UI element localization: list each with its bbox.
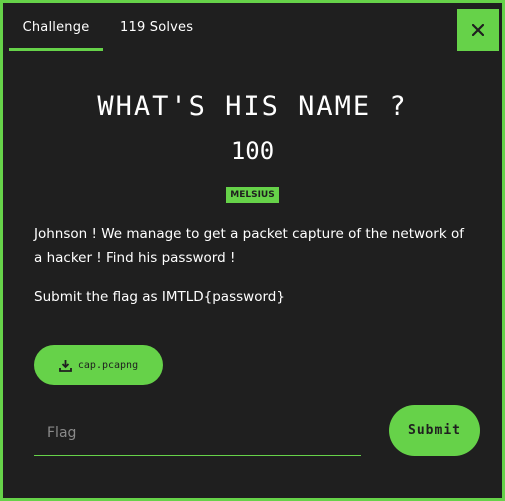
submit-button[interactable]: Submit: [389, 405, 480, 456]
download-file-label: cap.pcapng: [77, 359, 139, 371]
challenge-value: 100: [230, 137, 275, 165]
author-tag: MELSIUS: [226, 187, 279, 203]
download-file-button[interactable]: cap.pcapng: [34, 345, 163, 385]
close-icon: [472, 24, 484, 36]
tab-challenge[interactable]: Challenge: [9, 9, 103, 51]
download-icon: [58, 359, 72, 372]
challenge-flag-format: Submit the flag as IMTLD{password}: [34, 289, 285, 305]
tag-container: MELSIUS: [3, 182, 502, 203]
close-button[interactable]: [457, 9, 499, 51]
challenge-description: Johnson ! We manage to get a packet capt…: [34, 226, 464, 266]
tab-solves[interactable]: 119 Solves: [103, 9, 193, 51]
challenge-title: WHAT'S HIS NAME ?: [97, 91, 408, 122]
flag-input[interactable]: [34, 411, 361, 456]
challenge-modal: Challenge 119 Solves WHAT'S HIS NAME ? 1…: [0, 0, 505, 501]
tab-bar: Challenge 119 Solves: [9, 9, 193, 51]
